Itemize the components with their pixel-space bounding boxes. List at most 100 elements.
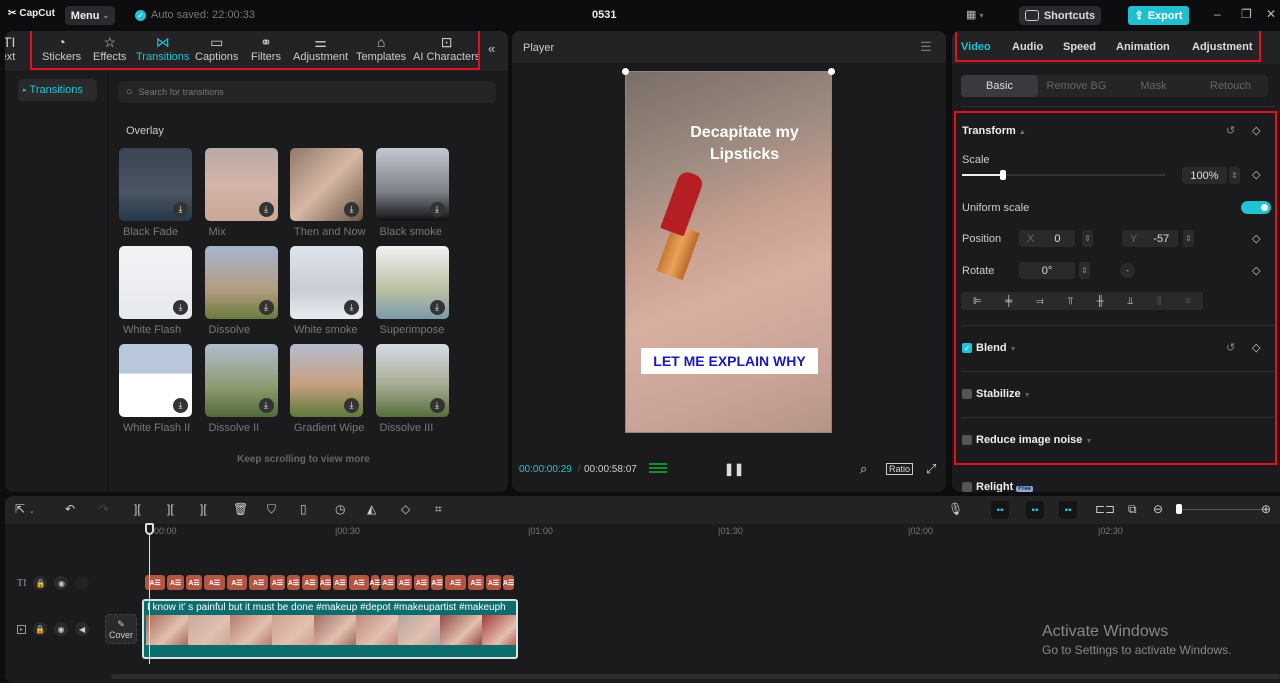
- reduce-noise-checkbox[interactable]: [962, 435, 972, 445]
- hamburger-menu-icon[interactable]: ☰: [920, 39, 932, 55]
- transition-thumbnail[interactable]: ⤓: [204, 344, 278, 417]
- download-icon[interactable]: ⤓: [258, 202, 274, 217]
- marker-icon[interactable]: ⛉: [267, 502, 276, 517]
- playhead-handle[interactable]: [145, 523, 154, 535]
- undo-icon[interactable]: ↶: [65, 502, 75, 516]
- download-icon[interactable]: ⤓: [344, 300, 359, 315]
- collapse-panel-icon[interactable]: «: [488, 41, 495, 56]
- speaker-icon[interactable]: ◀: [75, 622, 90, 636]
- subtab-retouch[interactable]: Retouch: [1192, 75, 1269, 97]
- video-preview[interactable]: Decapitate my Lipsticks LET ME EXPLAIN W…: [625, 71, 832, 433]
- transition-thumbnail[interactable]: ⤓: [375, 246, 449, 319]
- resize-handle-top-left[interactable]: [622, 68, 629, 75]
- uniform-scale-toggle[interactable]: [1241, 201, 1271, 214]
- scale-slider-handle[interactable]: [999, 170, 1006, 180]
- text-clip[interactable]: A☰: [445, 575, 466, 590]
- fullscreen-icon[interactable]: ⤢: [926, 461, 936, 477]
- position-y-input[interactable]: Y -57: [1122, 230, 1178, 247]
- position-x-input[interactable]: X0: [1019, 230, 1075, 247]
- download-icon[interactable]: ⤓: [429, 300, 445, 315]
- preview-axis-icon[interactable]: ⊏⊐: [1095, 502, 1115, 516]
- download-icon[interactable]: ⤓: [344, 398, 359, 413]
- download-icon[interactable]: ⤓: [173, 398, 188, 413]
- timeline-horizontal-scrollbar[interactable]: [111, 674, 1280, 679]
- transform-section-title[interactable]: Transform ▲: [962, 125, 1026, 137]
- text-clip[interactable]: A☰: [249, 575, 268, 590]
- transition-thumbnail[interactable]: ⤓: [290, 246, 363, 319]
- timeline-zoom-handle[interactable]: [1176, 504, 1182, 514]
- relight-checkbox[interactable]: [962, 482, 972, 492]
- crop-icon[interactable]: ⌗: [435, 502, 442, 517]
- reset-icon[interactable]: ↺: [1226, 124, 1235, 137]
- download-icon[interactable]: ⤓: [173, 300, 188, 315]
- zoom-in-icon[interactable]: ⊕: [1261, 502, 1271, 516]
- freeze-icon[interactable]: ▯: [300, 502, 307, 516]
- text-clip[interactable]: A☰: [287, 575, 300, 590]
- rotate-stepper[interactable]: ⇕: [1079, 262, 1090, 279]
- zoom-out-icon[interactable]: ⊖: [1153, 502, 1163, 516]
- tool-text[interactable]: TIText: [5, 33, 15, 63]
- video-clip[interactable]: I know it’ s painful but it must be done…: [142, 599, 518, 659]
- text-clip[interactable]: A☰: [414, 575, 429, 590]
- text-clip[interactable]: A☰: [369, 575, 381, 590]
- reverse-icon[interactable]: ◷: [335, 502, 345, 516]
- text-clip[interactable]: A☰: [486, 575, 501, 590]
- text-clip[interactable]: A☰: [227, 575, 247, 590]
- text-clip[interactable]: A☰: [468, 575, 484, 590]
- linkage-icon[interactable]: ▪▪: [1059, 501, 1077, 519]
- subtab-basic[interactable]: Basic: [961, 75, 1038, 97]
- text-clip[interactable]: A☰: [503, 575, 514, 590]
- transition-thumbnail[interactable]: ⤓: [119, 344, 192, 417]
- ratio-button[interactable]: Ratio: [886, 463, 914, 475]
- stabilize-checkbox[interactable]: [962, 389, 972, 399]
- position-x-stepper[interactable]: ⇕: [1082, 230, 1093, 247]
- timeline-zoom-slider[interactable]: [1176, 504, 1266, 514]
- keyframe-diamond-icon[interactable]: ◇: [1252, 124, 1260, 137]
- keyframe-diamond-icon[interactable]: ◇: [1252, 264, 1260, 277]
- redo-icon[interactable]: ↷: [99, 502, 109, 516]
- download-icon[interactable]: ⤓: [173, 202, 188, 217]
- transition-thumbnail[interactable]: ⤓: [204, 148, 278, 221]
- rotate-dial[interactable]: -: [1120, 263, 1135, 278]
- export-button[interactable]: ⇪ Export: [1128, 6, 1189, 25]
- blend-checkbox[interactable]: ✓: [962, 343, 972, 353]
- lock-icon[interactable]: 🔒: [33, 622, 48, 636]
- transition-thumbnail[interactable]: ⤓: [290, 344, 363, 417]
- align-bottom-icon[interactable]: ⫫: [1128, 296, 1134, 307]
- fit-timeline-icon[interactable]: ⧉: [1128, 502, 1137, 517]
- restore-icon[interactable]: ❐: [1241, 7, 1252, 21]
- project-title[interactable]: 0531: [592, 9, 616, 21]
- split-left-icon[interactable]: ][: [167, 502, 174, 516]
- eye-icon[interactable]: ◉: [54, 622, 69, 636]
- download-icon[interactable]: ⤓: [258, 398, 274, 413]
- transition-thumbnail[interactable]: ⤓: [375, 344, 449, 417]
- align-left-icon[interactable]: ⊫: [973, 296, 982, 307]
- text-clip[interactable]: A☰: [333, 575, 347, 590]
- relight-label[interactable]: Relight Free: [976, 481, 1034, 492]
- overlay-caption-text[interactable]: LET ME EXPLAIN WHY: [641, 348, 818, 374]
- text-clip[interactable]: A☰: [186, 575, 202, 590]
- menu-button[interactable]: Menu ⌄: [65, 6, 115, 25]
- keyframe-diamond-icon[interactable]: ◇: [1252, 232, 1260, 245]
- transition-thumbnail[interactable]: ⤓: [204, 246, 278, 319]
- scale-stepper[interactable]: ⇕: [1229, 167, 1240, 184]
- text-clip[interactable]: A☰: [167, 575, 184, 590]
- align-right-icon[interactable]: ⫤: [1036, 296, 1044, 307]
- zoom-preview-icon[interactable]: ⌕: [860, 461, 867, 477]
- transition-thumbnail[interactable]: ⤓: [375, 148, 449, 221]
- align-top-icon[interactable]: ⫪: [1067, 296, 1073, 307]
- distribute-h-icon[interactable]: ⫼: [1157, 296, 1162, 307]
- split-icon[interactable]: ][: [134, 502, 141, 516]
- auto-snap-icon[interactable]: ▪▪: [1026, 501, 1044, 519]
- cover-button[interactable]: ✎ Cover: [105, 614, 137, 644]
- keyframe-diamond-icon[interactable]: ◇: [1252, 341, 1260, 354]
- text-clip[interactable]: A☰: [145, 575, 165, 590]
- close-icon[interactable]: ✕: [1266, 7, 1276, 21]
- microphone-icon[interactable]: 🎙: [948, 502, 963, 516]
- keyframe-diamond-icon[interactable]: ◇: [1252, 168, 1260, 181]
- delete-icon[interactable]: 🗑: [233, 502, 248, 516]
- scale-value-input[interactable]: 100%: [1182, 167, 1227, 184]
- reduce-noise-label[interactable]: Reduce image noise ▼: [976, 434, 1092, 446]
- blend-label[interactable]: Blend ▼: [976, 342, 1017, 354]
- stabilize-label[interactable]: Stabilize ▼: [976, 388, 1031, 400]
